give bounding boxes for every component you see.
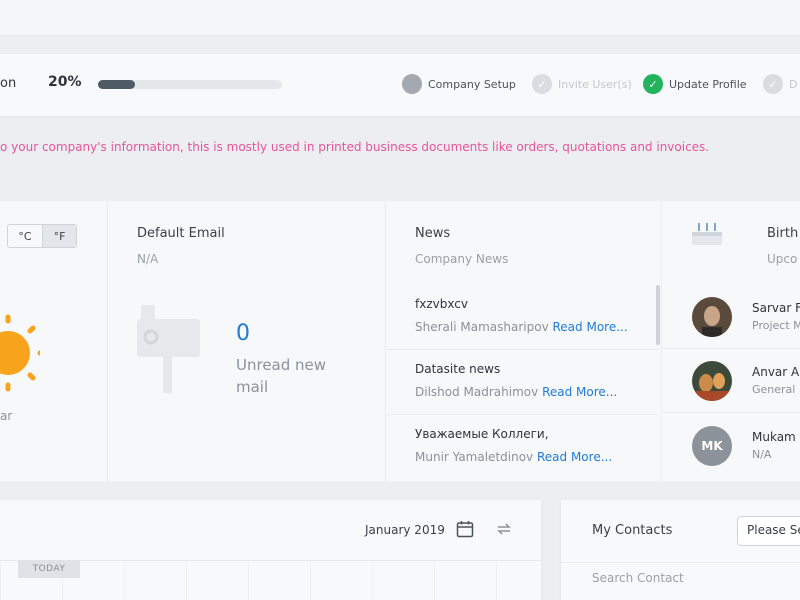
- news-item-title: Datasite news: [415, 362, 501, 376]
- step-label: Invite User(s): [558, 77, 632, 91]
- step-update-profile[interactable]: ✓ Update Profile: [643, 74, 747, 94]
- step-invite-users[interactable]: ✓ Invite User(s): [532, 74, 632, 94]
- unread-mail-label: Unread new mail: [236, 356, 327, 396]
- weather-location: ar: [0, 409, 13, 423]
- news-widget-title: News: [415, 226, 451, 241]
- calendar-grid[interactable]: [0, 560, 541, 600]
- contacts-title: My Contacts: [592, 523, 673, 538]
- avatar-initials: MK: [692, 426, 732, 466]
- read-more-link[interactable]: Read More...: [553, 320, 628, 334]
- birthday-item[interactable]: Anvar A General: [662, 350, 800, 413]
- avatar: [692, 361, 732, 401]
- search-contact-input[interactable]: [561, 562, 800, 592]
- news-item-author: Sherali Mamasharipov: [415, 320, 549, 334]
- progress-bar: [98, 80, 282, 89]
- contacts-filter-select[interactable]: Please Se: [737, 516, 800, 546]
- check-icon: ✓: [643, 74, 663, 94]
- birthday-person-name: Mukam: [752, 430, 796, 444]
- birthday-person-role: N/A: [752, 448, 772, 461]
- birthdays-widget-title: Birth: [767, 226, 799, 241]
- birthdays-subtitle: Upco: [767, 252, 798, 266]
- news-item-author: Munir Yamaletdinov: [415, 450, 534, 464]
- news-item-title: fxzvbxcv: [415, 297, 468, 311]
- sun-icon: [0, 314, 40, 392]
- step-company-setup[interactable]: Company Setup: [402, 74, 516, 94]
- news-scrollbar[interactable]: [656, 285, 660, 345]
- birthday-person-role: General: [752, 383, 796, 396]
- news-item[interactable]: Datasite news Dilshod Madrahimov Read Mo…: [386, 350, 658, 415]
- birthday-person-name: Anvar A: [752, 365, 800, 379]
- news-item[interactable]: Уважаемые Коллеги, Munir Yamaletdinov Re…: [386, 415, 658, 480]
- column-divider: [107, 201, 108, 481]
- birthday-item[interactable]: MK Mukam N/A: [662, 415, 800, 478]
- unit-fahrenheit-button[interactable]: °F: [42, 225, 76, 247]
- sync-icon[interactable]: [495, 520, 513, 538]
- calendar-month: January 2019: [365, 523, 445, 537]
- read-more-link[interactable]: Read More...: [542, 385, 617, 399]
- news-item[interactable]: fxzvbxcv Sherali Mamasharipov Read More.…: [386, 285, 658, 350]
- calendar-icon[interactable]: [456, 520, 474, 538]
- progress-label: on: [0, 76, 17, 91]
- email-widget-title: Default Email: [137, 226, 225, 241]
- news-subtitle: Company News: [415, 252, 509, 266]
- birthday-cake-icon: [692, 223, 722, 245]
- birthday-person-name: Sarvar F: [752, 301, 800, 315]
- unit-celsius-button[interactable]: °C: [8, 225, 42, 247]
- temperature-unit-toggle: °C °F: [7, 224, 77, 248]
- top-bar: [0, 0, 800, 36]
- news-item-title: Уважаемые Коллеги,: [415, 427, 549, 441]
- email-address: N/A: [137, 252, 159, 266]
- avatar: [692, 297, 732, 337]
- step-next[interactable]: ✓ D: [763, 74, 797, 94]
- progress-bar-fill: [98, 80, 135, 89]
- step-label: Company Setup: [428, 77, 516, 91]
- progress-percent: 20%: [48, 74, 82, 90]
- step-dot-icon: [402, 74, 422, 94]
- check-icon: ✓: [532, 74, 552, 94]
- birthday-person-role: Project M: [752, 319, 800, 332]
- read-more-link[interactable]: Read More...: [537, 450, 612, 464]
- unread-mail-count[interactable]: 0: [236, 321, 250, 346]
- step-label: D: [789, 77, 798, 91]
- calendar-card: January 2019 TODAY: [0, 500, 541, 600]
- step-label: Update Profile: [669, 77, 747, 91]
- check-icon: ✓: [763, 74, 783, 94]
- news-item-author: Dilshod Madrahimov: [415, 385, 539, 399]
- birthday-item[interactable]: Sarvar F Project M: [662, 286, 800, 349]
- contacts-card: My Contacts Please Se: [561, 500, 800, 600]
- setup-progress-card: on 20% Company Setup ✓ Invite User(s) ✓ …: [0, 54, 800, 116]
- mailbox-icon: [137, 305, 200, 393]
- today-badge: TODAY: [18, 560, 80, 578]
- company-info-notice: o your company's information, this is mo…: [0, 140, 710, 154]
